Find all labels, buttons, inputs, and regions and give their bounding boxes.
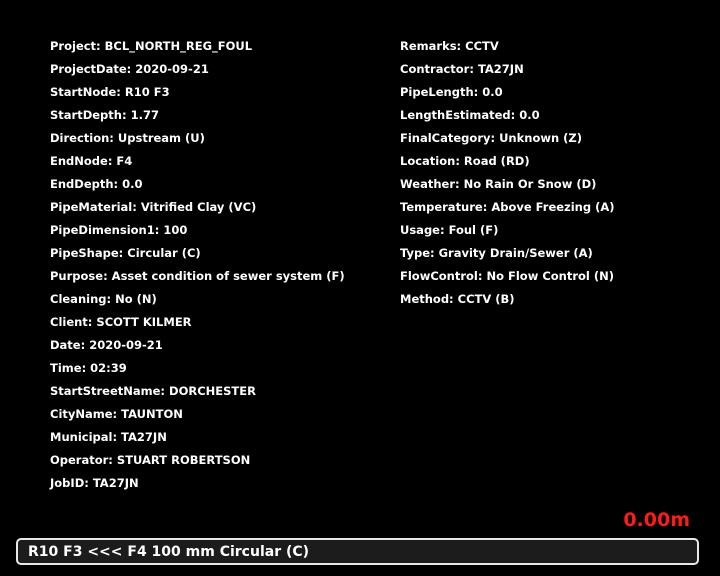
field-end-node: EndNode: F4: [50, 154, 133, 168]
field-job-id: JobID: TA27JN: [50, 476, 139, 490]
header-fields-right: Remarks: CCTV Contractor: TA27JN PipeLen…: [400, 38, 615, 314]
field-purpose: Purpose: Asset condition of sewer system…: [50, 269, 345, 283]
field-pipe-shape: PipeShape: Circular (C): [50, 246, 201, 260]
field-pipe-length: PipeLength: 0.0: [400, 85, 503, 99]
field-pipe-material: PipeMaterial: Vitrified Clay (VC): [50, 200, 257, 214]
field-start-node: StartNode: R10 F3: [50, 85, 170, 99]
field-city-name: CityName: TAUNTON: [50, 407, 183, 421]
field-pipe-dimension: PipeDimension1: 100: [50, 223, 188, 237]
field-project: Project: BCL_NORTH_REG_FOUL: [50, 39, 253, 53]
field-cleaning: Cleaning: No (N): [50, 292, 157, 306]
field-remarks: Remarks: CCTV: [400, 39, 499, 53]
field-end-depth: EndDepth: 0.0: [50, 177, 143, 191]
status-bar-text: R10 F3 <<< F4 100 mm Circular (C): [28, 544, 310, 560]
field-operator: Operator: STUART ROBERTSON: [50, 453, 251, 467]
field-municipal: Municipal: TA27JN: [50, 430, 167, 444]
field-date: Date: 2020-09-21: [50, 338, 163, 352]
field-direction: Direction: Upstream (U): [50, 131, 205, 145]
status-bar: R10 F3 <<< F4 100 mm Circular (C): [16, 538, 699, 565]
field-start-street-name: StartStreetName: DORCHESTER: [50, 384, 256, 398]
field-time: Time: 02:39: [50, 361, 127, 375]
field-project-date: ProjectDate: 2020-09-21: [50, 62, 209, 76]
header-fields-left: Project: BCL_NORTH_REG_FOUL ProjectDate:…: [50, 38, 345, 498]
field-flow-control: FlowControl: No Flow Control (N): [400, 269, 614, 283]
field-method: Method: CCTV (B): [400, 292, 515, 306]
field-length-estimated: LengthEstimated: 0.0: [400, 108, 540, 122]
field-temperature: Temperature: Above Freezing (A): [400, 200, 615, 214]
field-location: Location: Road (RD): [400, 154, 530, 168]
field-final-category: FinalCategory: Unknown (Z): [400, 131, 583, 145]
field-type: Type: Gravity Drain/Sewer (A): [400, 246, 593, 260]
field-usage: Usage: Foul (F): [400, 223, 499, 237]
distance-readout: 0.00m: [623, 509, 690, 531]
field-start-depth: StartDepth: 1.77: [50, 108, 159, 122]
field-weather: Weather: No Rain Or Snow (D): [400, 177, 597, 191]
field-contractor: Contractor: TA27JN: [400, 62, 524, 76]
field-client: Client: SCOTT KILMER: [50, 315, 192, 329]
